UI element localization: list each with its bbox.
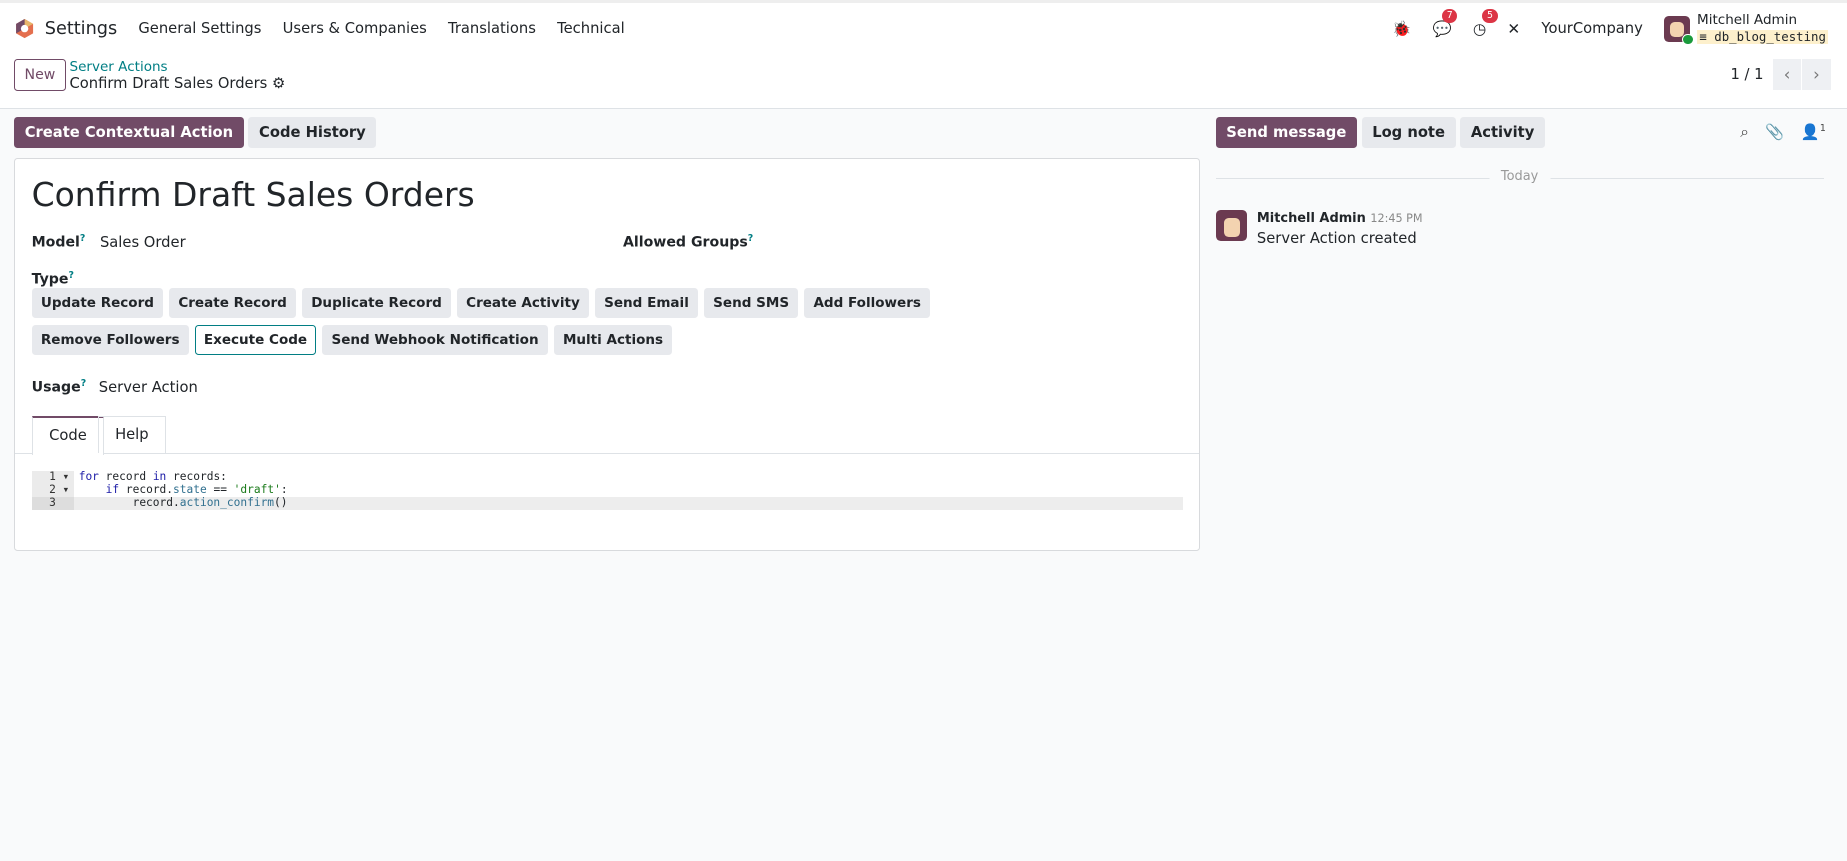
type-label: Type (31, 271, 69, 288)
avatar (1664, 15, 1694, 46)
person-icon: 👤 (1800, 122, 1820, 141)
tab-help[interactable]: Help (97, 415, 167, 454)
breadcrumb-current: Confirm Draft Sales Orders (69, 75, 268, 93)
code-history-button[interactable]: Code History (248, 116, 377, 148)
breadcrumb-server-actions[interactable]: Server Actions (70, 59, 168, 75)
type-update-record[interactable]: Update Record (31, 288, 164, 319)
log-note-button[interactable]: Log note (1361, 116, 1456, 148)
line-number: 2 (49, 482, 56, 496)
menu-translations[interactable]: Translations (448, 20, 536, 37)
search-icon[interactable]: ⌕ (1740, 123, 1749, 142)
type-add-followers[interactable]: Add Followers (804, 288, 931, 319)
type-send-webhook[interactable]: Send Webhook Notification (322, 325, 548, 355)
allowed-groups-label: Allowed Groups (622, 234, 748, 251)
type-execute-code[interactable]: Execute Code (194, 325, 317, 355)
menu-general-settings[interactable]: General Settings (138, 20, 261, 37)
user-menu[interactable]: Mitchell Admin ≡ db_blog_testing (1664, 12, 1829, 46)
activity-button[interactable]: Activity (1460, 116, 1545, 148)
type-selector: Update Record Create Record Duplicate Re… (31, 288, 1069, 355)
followers-button[interactable]: 👤1 (1801, 123, 1826, 142)
database-name: db_blog_testing (1714, 29, 1826, 44)
app-name[interactable]: Settings (45, 19, 117, 39)
author-name[interactable]: Mitchell Admin (1257, 211, 1366, 226)
code-editor[interactable]: 1 ▾ for record in records: 2 ▾ if record.… (31, 470, 1183, 510)
help-icon[interactable]: ? (80, 233, 85, 244)
type-create-activity[interactable]: Create Activity (456, 288, 590, 319)
line-number: 3 (49, 495, 56, 509)
usage-field[interactable]: Server Action (99, 379, 198, 396)
help-icon[interactable]: ? (81, 378, 86, 389)
control-panel: New Server Actions Confirm Draft Sales O… (0, 51, 1847, 110)
tools-icon[interactable]: ✕ (1507, 20, 1520, 38)
line-number: 1 (49, 470, 56, 483)
pager-value[interactable]: 1 / 1 (1730, 66, 1763, 83)
notebook-tabs: Code Help (15, 415, 1199, 456)
author-avatar[interactable] (1215, 209, 1248, 242)
activities-clock-icon[interactable]: ◷ 5 (1473, 9, 1498, 38)
chevron-left-icon[interactable]: ‹ (1772, 58, 1802, 90)
message-body: Server Action created (1256, 230, 1417, 248)
messages-icon[interactable]: 💬 7 (1433, 9, 1458, 38)
top-navbar: Settings General Settings Users & Compan… (0, 0, 1847, 55)
type-send-sms[interactable]: Send SMS (703, 288, 799, 319)
gear-icon[interactable]: ⚙ (272, 75, 285, 92)
date-label: Today (1489, 169, 1551, 185)
form-sheet: Confirm Draft Sales Orders Model? Sales … (14, 157, 1200, 551)
menu-users-companies[interactable]: Users & Companies (283, 20, 427, 37)
user-name: Mitchell Admin (1697, 12, 1798, 29)
message-time: 12:45 PM (1370, 211, 1423, 225)
tab-code[interactable]: Code (31, 415, 105, 456)
model-field[interactable]: Sales Order (100, 234, 186, 251)
chevron-right-icon[interactable]: › (1802, 58, 1831, 90)
type-create-record[interactable]: Create Record (169, 288, 297, 319)
menu-technical[interactable]: Technical (557, 20, 625, 37)
company-switcher[interactable]: YourCompany (1541, 20, 1642, 37)
send-message-button[interactable]: Send message (1215, 116, 1357, 148)
type-multi-actions[interactable]: Multi Actions (553, 325, 673, 355)
odoo-logo-icon[interactable] (14, 18, 35, 39)
debug-bug-icon[interactable]: 🐞 (1392, 20, 1411, 38)
help-icon[interactable]: ? (68, 270, 73, 281)
new-button[interactable]: New (14, 58, 66, 92)
usage-label: Usage (31, 379, 81, 396)
paperclip-icon[interactable]: 📎 (1765, 123, 1784, 142)
messages-badge: 7 (1441, 9, 1458, 23)
activities-badge: 5 (1482, 9, 1498, 23)
type-send-email[interactable]: Send Email (594, 288, 699, 319)
type-remove-followers[interactable]: Remove Followers (31, 325, 189, 355)
model-label: Model (31, 234, 80, 251)
help-icon[interactable]: ? (748, 233, 753, 244)
type-duplicate-record[interactable]: Duplicate Record (301, 288, 452, 319)
followers-count: 1 (1819, 122, 1826, 134)
database-icon: ≡ (1699, 29, 1707, 44)
record-title[interactable]: Confirm Draft Sales Orders (32, 175, 475, 214)
date-separator: Today (1215, 169, 1824, 185)
chatter-message: Mitchell Admin 12:45 PM Server Action cr… (1215, 209, 1423, 248)
create-contextual-action-button[interactable]: Create Contextual Action (14, 116, 244, 148)
